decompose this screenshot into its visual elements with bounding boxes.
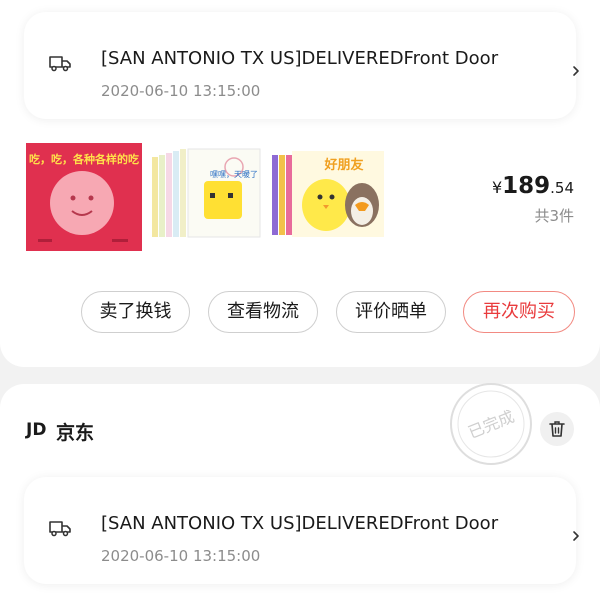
book-cover-title: 嘿嘿，天暖了 — [210, 170, 258, 179]
rebuy-button[interactable]: 再次购买 — [463, 291, 575, 333]
sell-button[interactable]: 卖了换钱 — [81, 291, 190, 333]
truck-icon — [49, 56, 71, 72]
tracking-timestamp: 2020-06-10 13:15:00 — [101, 547, 261, 565]
completed-stamp: 已完成 — [450, 383, 532, 465]
view-logistics-button[interactable]: 查看物流 — [208, 291, 318, 333]
product-image[interactable]: 嘿嘿，天暖了 — [148, 143, 264, 251]
price-decimal: .54 — [550, 179, 574, 197]
price-currency: ¥ — [491, 178, 503, 197]
tracking-status: [SAN ANTONIO TX US]DELIVEREDFront Door — [101, 48, 499, 69]
order-card: [SAN ANTONIO TX US]DELIVEREDFront Door 2… — [0, 0, 600, 367]
delete-order-button[interactable] — [540, 412, 574, 446]
product-image[interactable]: 好朋友 — [270, 143, 386, 251]
order-price: ¥189.54 — [492, 173, 574, 199]
tracking-panel[interactable]: [SAN ANTONIO TX US]DELIVEREDFront Door 2… — [24, 477, 579, 584]
book-cover-title: 吃，吃，各种各样的吃 — [29, 152, 139, 166]
price-integer: 189 — [502, 173, 551, 199]
trash-icon — [549, 421, 565, 437]
tracking-panel[interactable]: [SAN ANTONIO TX US]DELIVEREDFront Door 2… — [24, 12, 579, 119]
chevron-right-icon — [573, 531, 579, 541]
completed-stamp-text: 已完成 — [465, 407, 517, 443]
book-cover-title: 好朋友 — [323, 157, 363, 173]
tracking-timestamp: 2020-06-10 13:15:00 — [101, 82, 261, 100]
tracking-status: [SAN ANTONIO TX US]DELIVEREDFront Door — [101, 513, 499, 534]
item-count: 共3件 — [534, 207, 574, 225]
truck-icon — [49, 521, 71, 537]
product-image[interactable]: 吃，吃，各种各样的吃 — [26, 143, 142, 251]
store-name[interactable]: 京东 — [56, 418, 94, 445]
chevron-right-icon — [573, 66, 579, 76]
store-logo[interactable]: JD — [26, 420, 46, 440]
review-button[interactable]: 评价晒单 — [336, 291, 446, 333]
